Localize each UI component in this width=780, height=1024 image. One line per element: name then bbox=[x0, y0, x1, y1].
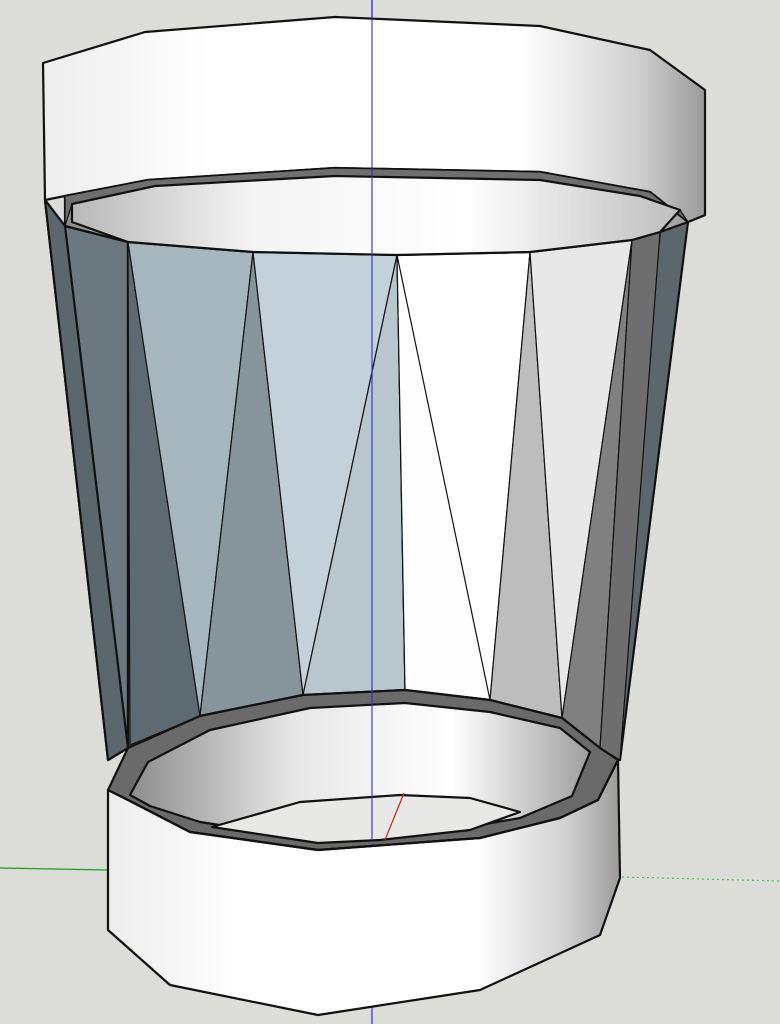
green-axis-line bbox=[0, 867, 109, 871]
outer-left-side[interactable] bbox=[43, 198, 130, 762]
base-ring[interactable] bbox=[106, 688, 622, 1017]
3d-viewport[interactable] bbox=[0, 0, 780, 1024]
top-rim[interactable] bbox=[41, 15, 707, 257]
inner-wall[interactable] bbox=[126, 231, 661, 762]
green-axis-dotted-line bbox=[621, 876, 780, 882]
